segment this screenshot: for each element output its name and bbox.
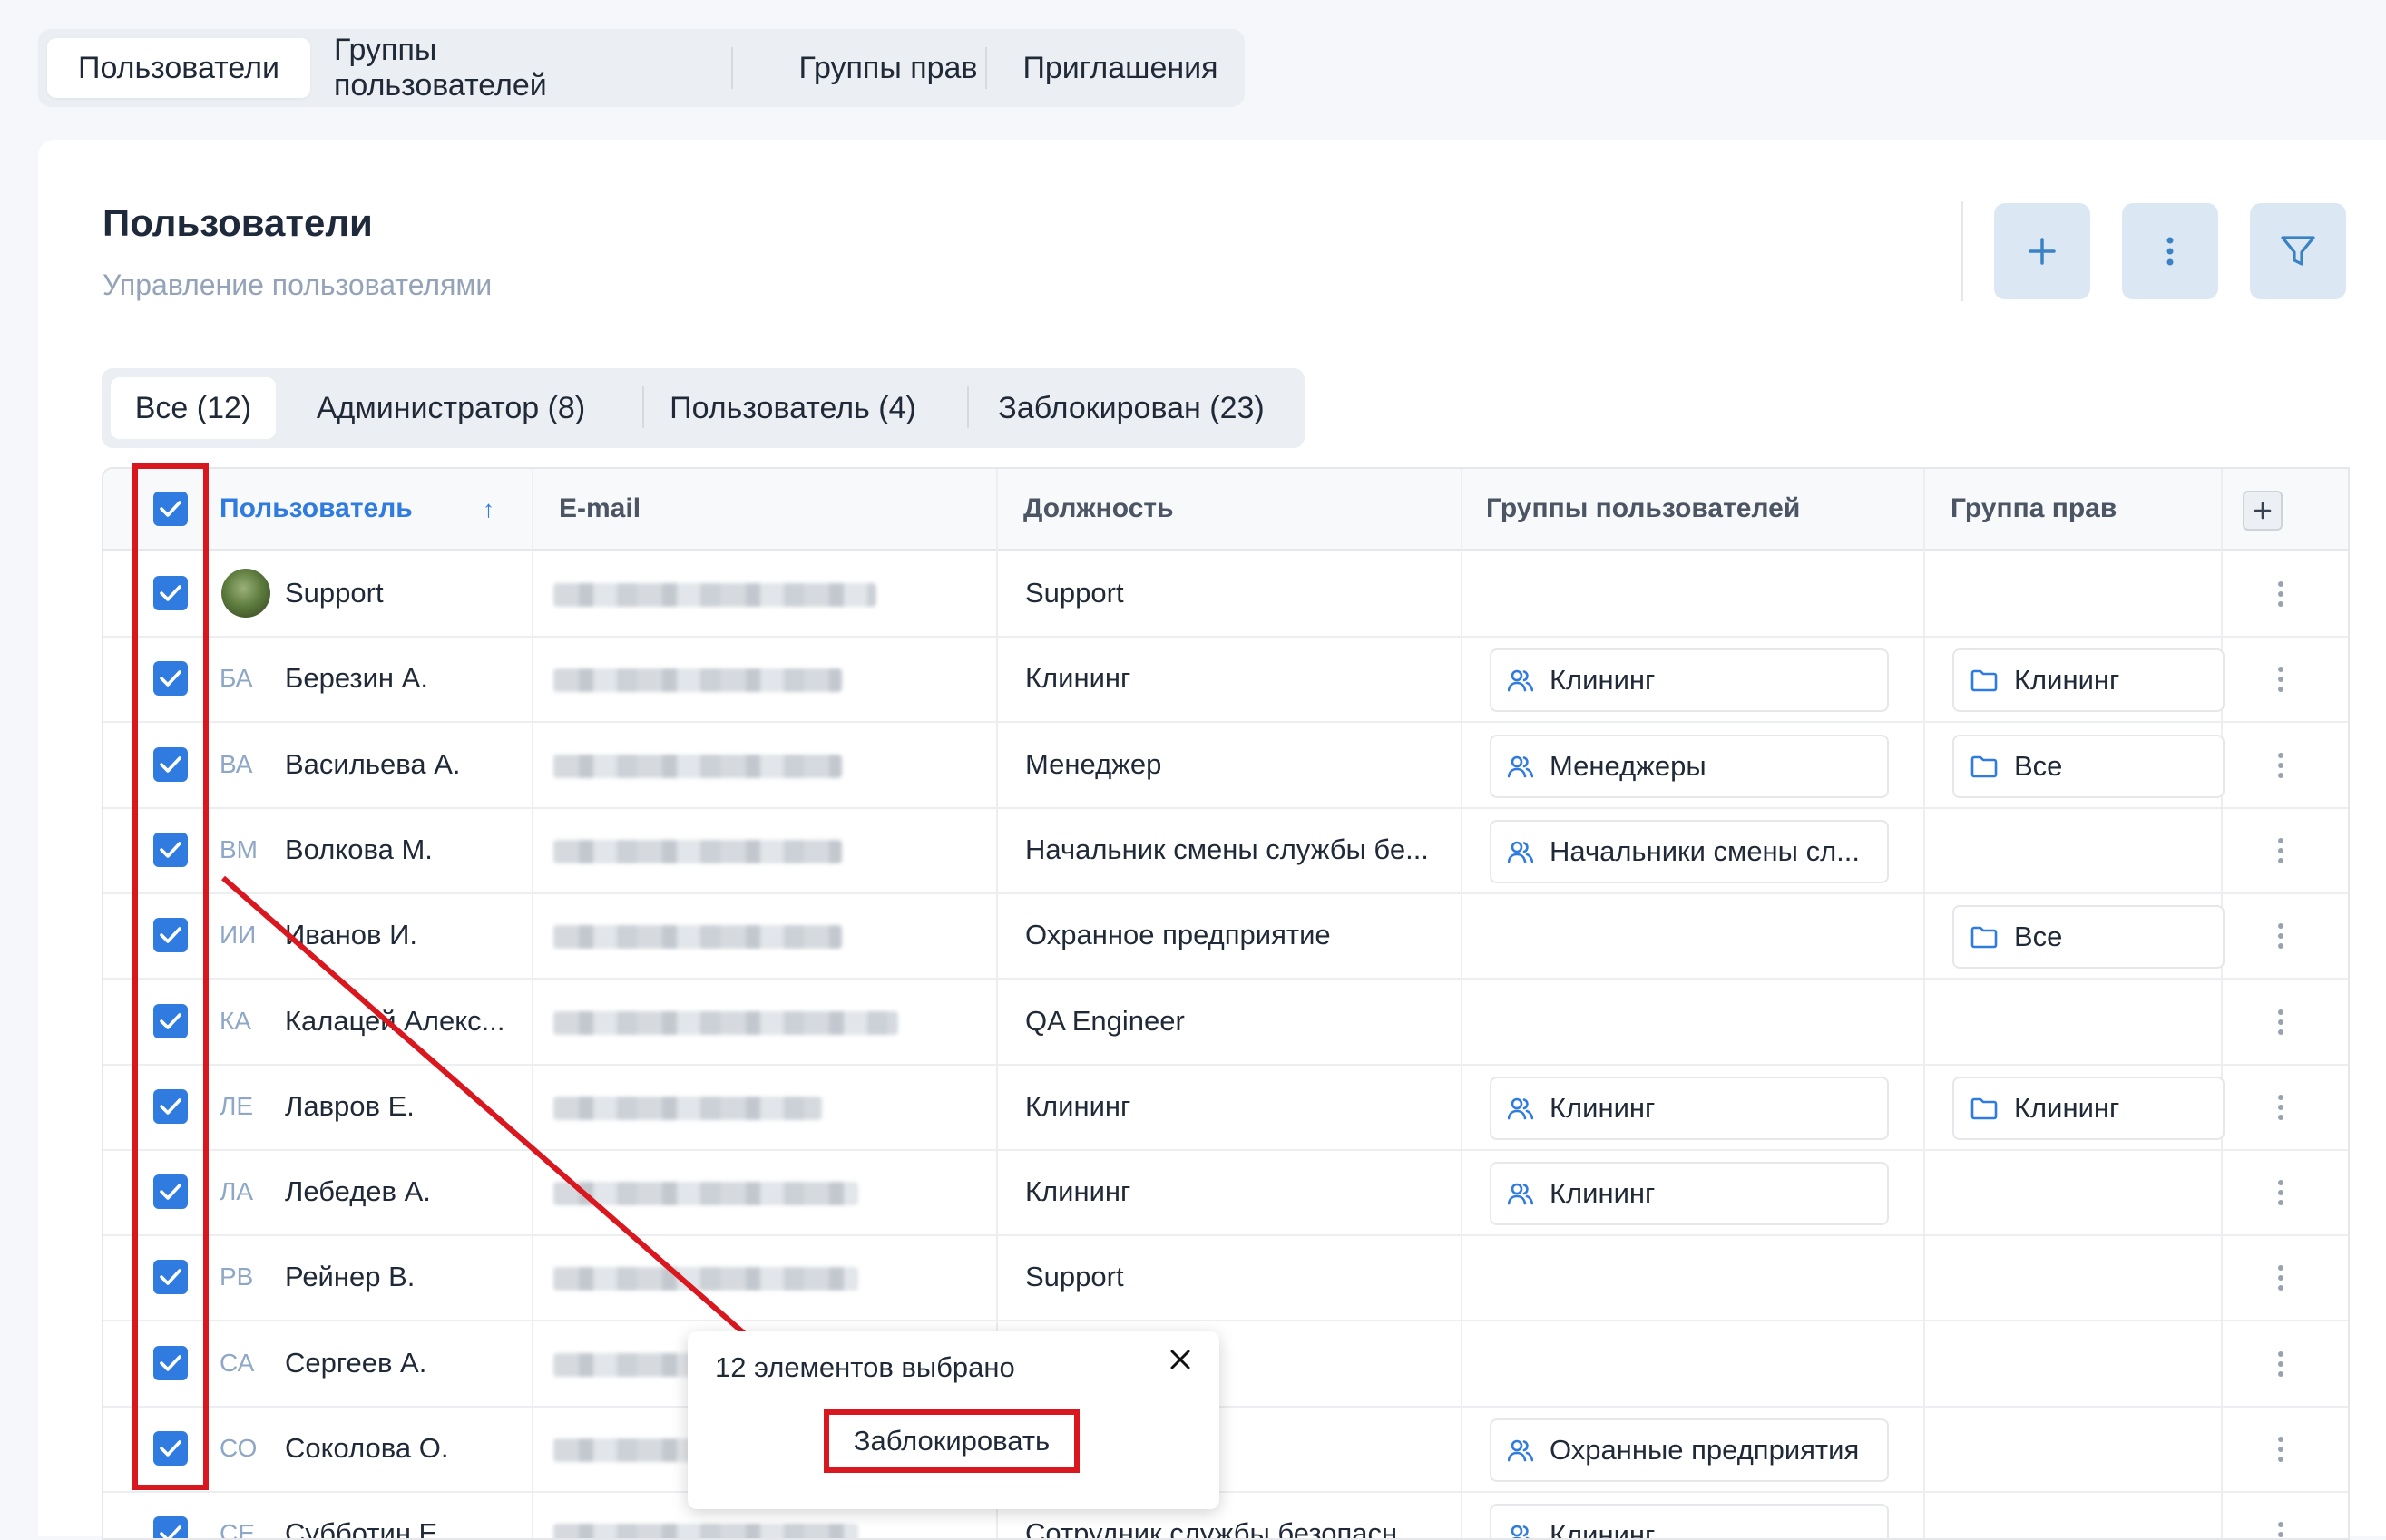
close-icon[interactable] xyxy=(1169,1344,1192,1379)
block-button[interactable]: Заблокировать xyxy=(824,1409,1080,1473)
annotation-arrow xyxy=(221,875,829,1408)
selected-count-text: 12 элементов выбрано xyxy=(715,1351,1015,1383)
